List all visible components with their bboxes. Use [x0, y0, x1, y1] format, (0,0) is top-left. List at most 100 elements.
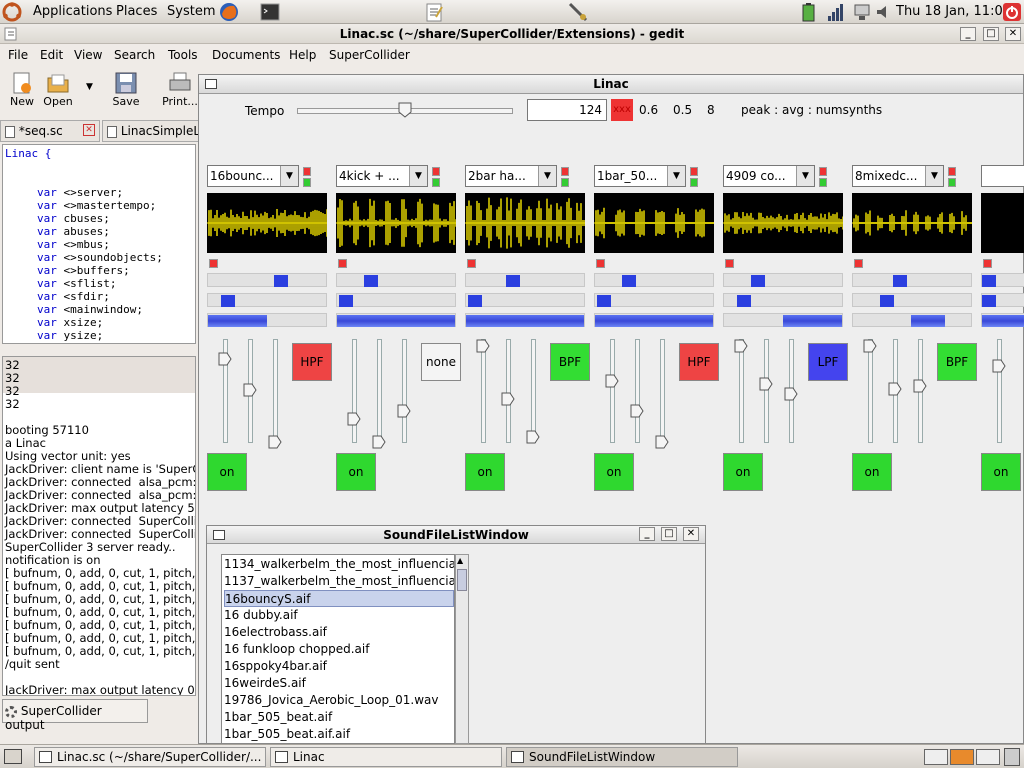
menu-view[interactable]: View: [74, 48, 102, 62]
soundfile-list-item[interactable]: 16weirdeS.aif: [224, 675, 454, 692]
record-indicator[interactable]: [854, 259, 863, 268]
param-bar-1[interactable]: [465, 273, 585, 287]
tab-linacsimple[interactable]: LinacSimpleL: [102, 120, 200, 142]
audio-cable-icon[interactable]: [568, 2, 588, 22]
workspace-2[interactable]: [950, 749, 974, 765]
vertical-slider[interactable]: [868, 339, 873, 443]
param-bar-2-knob[interactable]: [982, 295, 996, 307]
vertical-slider-thumb[interactable]: [655, 435, 669, 449]
param-bar-1[interactable]: [336, 273, 456, 287]
xxx-button[interactable]: xxx: [611, 99, 633, 121]
param-bar-1[interactable]: [852, 273, 972, 287]
vertical-slider[interactable]: [610, 339, 615, 443]
vertical-slider-thumb[interactable]: [268, 435, 282, 449]
vertical-slider[interactable]: [481, 339, 486, 443]
channel-file-select[interactable]: 16bounc... ▼: [207, 165, 299, 187]
param-bar-2[interactable]: [981, 293, 1024, 307]
vertical-slider-thumb[interactable]: [605, 374, 619, 388]
soundfile-list-item[interactable]: 16 dubby.aif: [224, 607, 454, 624]
param-bar-2[interactable]: [723, 293, 843, 307]
window-menu-icon[interactable]: [205, 79, 217, 89]
sflw-maximize-button[interactable]: □: [661, 527, 677, 541]
battery-icon[interactable]: [798, 2, 818, 22]
show-desktop-icon[interactable]: [4, 749, 22, 764]
chevron-down-icon[interactable]: ▼: [538, 166, 556, 186]
filter-type-button[interactable]: none: [421, 343, 461, 381]
chevron-down-icon[interactable]: ▼: [280, 166, 298, 186]
vertical-slider-thumb[interactable]: [888, 382, 902, 396]
filter-type-button[interactable]: HPF: [679, 343, 719, 381]
minimize-button[interactable]: _: [960, 27, 976, 41]
param-bar-2-knob[interactable]: [339, 295, 354, 307]
trash-icon[interactable]: [1004, 748, 1020, 766]
vertical-slider-thumb[interactable]: [372, 435, 386, 449]
channel-file-select[interactable]: 4909 co... ▼: [723, 165, 815, 187]
level-bar[interactable]: [723, 313, 843, 327]
soundfile-list-item[interactable]: 1bar_505_beat.aif: [224, 709, 454, 726]
vertical-slider-thumb[interactable]: [218, 352, 232, 366]
maximize-button[interactable]: □: [983, 27, 999, 41]
channel-on-button[interactable]: on: [852, 453, 892, 491]
soundfile-list-item[interactable]: 1137_walkerbelm_the_most_influencial_: [224, 573, 454, 590]
menu-supercollider[interactable]: SuperCollider: [329, 48, 410, 62]
network-wired-icon[interactable]: [852, 2, 872, 22]
vertical-slider-thumb[interactable]: [476, 339, 490, 353]
param-bar-1-knob[interactable]: [273, 275, 288, 287]
channel-on-button[interactable]: on: [465, 453, 505, 491]
vertical-slider[interactable]: [402, 339, 407, 443]
tempo-slider-thumb[interactable]: [398, 102, 412, 118]
channel-on-button[interactable]: on: [723, 453, 763, 491]
record-indicator[interactable]: [983, 259, 992, 268]
param-bar-1-knob[interactable]: [893, 275, 908, 287]
vertical-slider[interactable]: [635, 339, 640, 443]
record-indicator[interactable]: [338, 259, 347, 268]
channel-file-select[interactable]: [981, 165, 1024, 187]
vertical-slider-thumb[interactable]: [759, 377, 773, 391]
param-bar-2-knob[interactable]: [879, 295, 894, 307]
soundfile-list-item[interactable]: 16sppoky4bar.aif: [224, 658, 454, 675]
chevron-down-icon[interactable]: ▼: [925, 166, 943, 186]
channel-file-select[interactable]: 8mixedc... ▼: [852, 165, 944, 187]
sflw-minimize-button[interactable]: _: [639, 527, 655, 541]
firefox-icon[interactable]: [219, 2, 239, 22]
sflw-titlebar[interactable]: SoundFileListWindow _ □ ✕: [207, 526, 705, 544]
vertical-slider-thumb[interactable]: [913, 379, 927, 393]
level-bar[interactable]: [852, 313, 972, 327]
vertical-slider[interactable]: [352, 339, 357, 443]
vertical-slider-thumb[interactable]: [243, 383, 257, 397]
soundfile-list-item[interactable]: 1134_walkerbelm_the_most_influencial_: [224, 556, 454, 573]
vertical-slider-thumb[interactable]: [863, 339, 877, 353]
soundfile-list-item[interactable]: 19786_Jovica_Aerobic_Loop_01.wav: [224, 692, 454, 709]
param-bar-1[interactable]: [207, 273, 327, 287]
menu-documents[interactable]: Documents: [212, 48, 280, 62]
shutdown-icon[interactable]: [1002, 2, 1022, 22]
vertical-slider[interactable]: [273, 339, 278, 443]
gedit-titlebar[interactable]: Linac.sc (~/share/SuperCollider/Extensio…: [0, 24, 1024, 44]
soundfile-list[interactable]: 1134_walkerbelm_the_most_influencial_ 113…: [221, 554, 455, 744]
applications-menu[interactable]: Applications: [33, 4, 112, 19]
param-bar-2[interactable]: [465, 293, 585, 307]
channel-file-select[interactable]: 4kick + ... ▼: [336, 165, 428, 187]
scroll-thumb[interactable]: [457, 569, 467, 591]
channel-on-button[interactable]: on: [981, 453, 1021, 491]
code-editor[interactable]: Linac { var <>server; var <>mastertempo;…: [2, 144, 196, 344]
param-bar-2-knob[interactable]: [220, 295, 235, 307]
close-button[interactable]: ✕: [1005, 27, 1021, 41]
vertical-slider-thumb[interactable]: [630, 404, 644, 418]
tab-seq[interactable]: *seq.sc ✕: [0, 120, 100, 142]
param-bar-1-knob[interactable]: [750, 275, 765, 287]
vertical-slider[interactable]: [997, 339, 1002, 443]
vertical-slider-thumb[interactable]: [734, 339, 748, 353]
text-editor-icon[interactable]: [424, 2, 444, 22]
menu-tools[interactable]: Tools: [168, 48, 198, 62]
tempo-input[interactable]: 124: [527, 99, 607, 121]
vertical-slider-thumb[interactable]: [526, 430, 540, 444]
soundfile-list-scrollbar[interactable]: ▲: [455, 554, 469, 744]
network-signal-icon[interactable]: [826, 2, 846, 22]
param-bar-2[interactable]: [852, 293, 972, 307]
open-button[interactable]: Open: [36, 70, 80, 112]
menu-file[interactable]: File: [8, 48, 28, 62]
level-bar[interactable]: [594, 313, 714, 327]
terminal-icon[interactable]: [260, 2, 280, 22]
vertical-slider-thumb[interactable]: [347, 412, 361, 426]
